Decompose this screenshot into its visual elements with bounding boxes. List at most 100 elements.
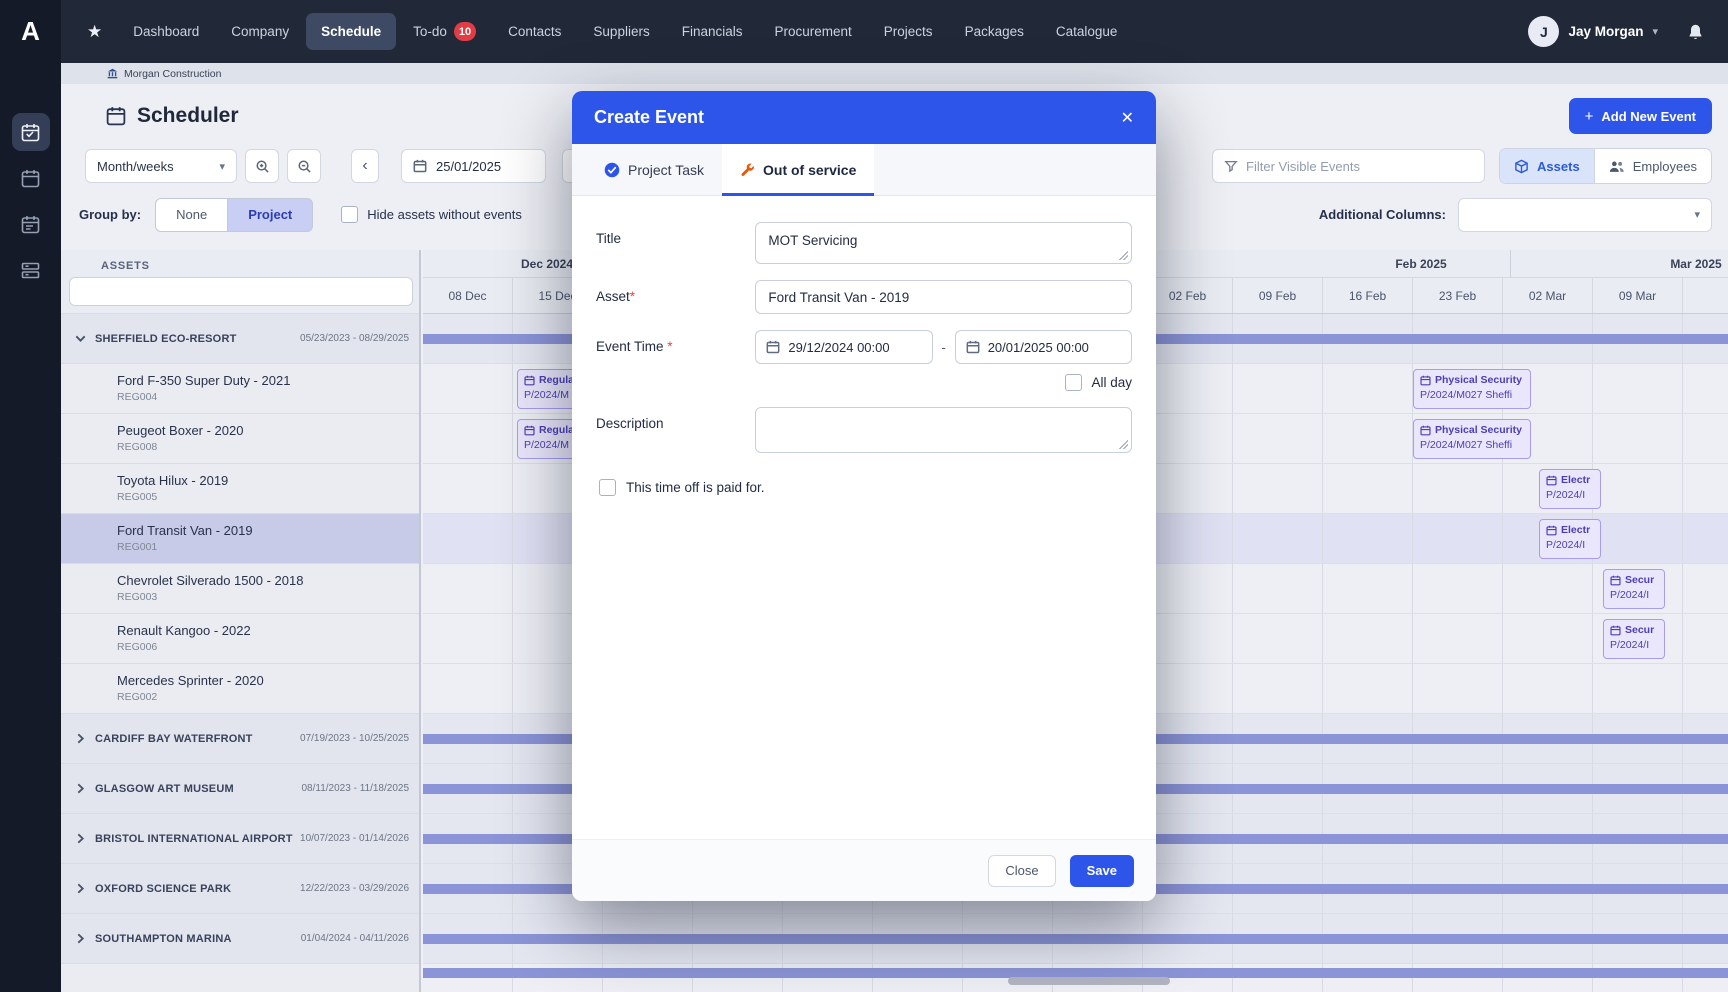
view-mode-select[interactable]: Month/weeks ▾ <box>85 149 237 183</box>
chevron-right-icon[interactable] <box>75 933 86 944</box>
close-icon[interactable]: ✕ <box>1121 108 1134 128</box>
filter-events-control[interactable] <box>1212 149 1485 183</box>
asset-input[interactable] <box>755 280 1132 314</box>
tab-out-of-service[interactable]: Out of service <box>722 144 874 195</box>
asset-name: Mercedes Sprinter - 2020 <box>117 673 419 688</box>
nav-item-procurement[interactable]: Procurement <box>759 13 866 50</box>
asset-reg-code: REG004 <box>117 391 419 403</box>
description-field-row: Description <box>596 407 1132 453</box>
asset-row[interactable]: Chevrolet Silverado 1500 - 2018REG003 <box>61 564 419 614</box>
event-title-line: Physical Security <box>1420 424 1524 436</box>
rail-schedule-button[interactable] <box>12 113 50 151</box>
add-new-event-button[interactable]: + Add New Event <box>1569 98 1712 134</box>
calendar-icon <box>413 159 427 173</box>
breadcrumb-company[interactable]: Morgan Construction <box>124 68 221 80</box>
paid-time-off-checkbox[interactable] <box>599 479 616 496</box>
asset-row[interactable]: Ford F-350 Super Duty - 2021REG004 <box>61 364 419 414</box>
title-textarea[interactable]: MOT Servicing <box>755 222 1132 264</box>
event-badge[interactable]: ElectrP/2024/I <box>1539 469 1601 509</box>
favorites-star-icon[interactable]: ★ <box>87 22 102 42</box>
zoom-in-button[interactable] <box>245 149 279 183</box>
avatar[interactable]: J <box>1528 16 1559 47</box>
resize-grip-icon[interactable] <box>1119 440 1128 449</box>
assets-toggle-button[interactable]: Assets <box>1500 149 1594 183</box>
group-by-option-none[interactable]: None <box>155 198 228 232</box>
asset-group-row[interactable]: SOUTHAMPTON MARINA01/04/2024 - 04/11/202… <box>61 914 419 964</box>
nav-item-suppliers[interactable]: Suppliers <box>578 13 664 50</box>
nav-item-to-do[interactable]: To-do10 <box>398 13 491 50</box>
week-header-cell: 09 Feb <box>1233 278 1323 313</box>
event-badge[interactable]: Physical SecurityP/2024/M027 Sheffi <box>1413 419 1531 459</box>
nav-item-label: Financials <box>682 24 743 39</box>
chevron-right-icon[interactable] <box>75 833 86 844</box>
group-by-option-project[interactable]: Project <box>228 198 313 232</box>
rail-calendar-button[interactable] <box>12 159 50 197</box>
event-badge[interactable]: SecurP/2024/I <box>1603 619 1665 659</box>
horizontal-scrollbar[interactable] <box>1008 977 1170 985</box>
additional-columns-select[interactable]: ▾ <box>1458 198 1712 232</box>
event-badge[interactable]: Physical SecurityP/2024/M027 Sheffi <box>1413 369 1531 409</box>
end-date-input[interactable]: 20/01/2025 00:00 <box>955 330 1132 364</box>
nav-item-catalogue[interactable]: Catalogue <box>1041 13 1133 50</box>
chevron-right-icon[interactable] <box>75 733 86 744</box>
chevron-down-icon[interactable] <box>75 333 86 344</box>
nav-item-label: Projects <box>884 24 933 39</box>
asset-group-row[interactable]: OXFORD SCIENCE PARK12/22/2023 - 03/29/20… <box>61 864 419 914</box>
all-day-checkbox[interactable] <box>1065 374 1082 391</box>
close-button[interactable]: Close <box>988 855 1055 887</box>
project-timeline-bar[interactable] <box>423 934 1728 944</box>
description-field-label: Description <box>596 407 755 453</box>
hide-assets-checkbox[interactable] <box>341 206 358 223</box>
asset-group-name: OXFORD SCIENCE PARK <box>95 883 231 895</box>
nav-item-schedule[interactable]: Schedule <box>306 13 396 50</box>
description-textarea[interactable] <box>755 407 1132 453</box>
calendar-icon <box>1610 625 1621 636</box>
nav-item-label: Suppliers <box>593 24 649 39</box>
rail-archive-button[interactable] <box>12 251 50 289</box>
asset-row[interactable]: Renault Kangoo - 2022REG006 <box>61 614 419 664</box>
modal-header: Create Event ✕ <box>572 91 1156 144</box>
nav-item-packages[interactable]: Packages <box>950 13 1039 50</box>
page-title: Scheduler <box>137 104 239 128</box>
asset-row[interactable]: Mercedes Sprinter - 2020 REG002 <box>61 664 419 714</box>
rail-planner-button[interactable] <box>12 205 50 243</box>
save-button[interactable]: Save <box>1070 855 1134 887</box>
required-asterisk: * <box>630 289 635 304</box>
nav-item-contacts[interactable]: Contacts <box>493 13 576 50</box>
month-header-label: Feb 2025 <box>1395 257 1446 271</box>
employees-toggle-button[interactable]: Employees <box>1594 149 1711 183</box>
nav-item-projects[interactable]: Projects <box>869 13 948 50</box>
filter-funnel-icon <box>1224 159 1238 173</box>
nav-item-company[interactable]: Company <box>216 13 304 50</box>
notifications-bell-icon[interactable] <box>1687 23 1704 41</box>
user-name[interactable]: Jay Morgan <box>1568 24 1643 39</box>
nav-item-financials[interactable]: Financials <box>667 13 758 50</box>
asset-group-row[interactable]: CARDIFF BAY WATERFRONT07/19/2023 - 10/25… <box>61 714 419 764</box>
chevron-right-icon[interactable] <box>75 883 86 894</box>
filter-events-input[interactable] <box>1246 159 1473 174</box>
event-badge[interactable]: ElectrP/2024/I <box>1539 519 1601 559</box>
app-logo[interactable]: A <box>0 0 61 63</box>
asset-group-row[interactable]: GLASGOW ART MUSEUM08/11/2023 - 11/18/202… <box>61 764 419 814</box>
asset-row[interactable]: Peugeot Boxer - 2020REG008 <box>61 414 419 464</box>
assets-panel-header: ASSETS <box>61 250 419 314</box>
assets-search-input[interactable] <box>69 277 413 306</box>
asset-reg-code: REG002 <box>117 691 419 703</box>
start-date-input[interactable]: 29/12/2024 00:00 <box>755 330 932 364</box>
left-icon-rail <box>0 63 61 992</box>
event-badge[interactable]: SecurP/2024/I <box>1603 569 1665 609</box>
date-picker[interactable]: 25/01/2025 <box>401 149 546 183</box>
asset-group-row[interactable]: BRISTOL INTERNATIONAL AIRPORT10/07/2023 … <box>61 814 419 864</box>
asset-group-row[interactable]: SHEFFIELD ECO-RESORT05/23/2023 - 08/29/2… <box>61 314 419 364</box>
asset-row[interactable]: Ford Transit Van - 2019REG001 <box>61 514 419 564</box>
paid-time-off-label: This time off is paid for. <box>626 480 765 495</box>
resize-grip-icon[interactable] <box>1119 251 1128 260</box>
chevron-right-icon[interactable] <box>75 783 86 794</box>
prev-period-button[interactable]: ‹ <box>351 149 379 183</box>
asset-label-text: Asset <box>596 289 630 304</box>
start-date-value: 29/12/2024 00:00 <box>788 340 889 355</box>
tab-project-task[interactable]: Project Task <box>586 144 722 195</box>
zoom-out-button[interactable] <box>287 149 321 183</box>
nav-item-dashboard[interactable]: Dashboard <box>118 13 214 50</box>
asset-row[interactable]: Toyota Hilux - 2019REG005 <box>61 464 419 514</box>
